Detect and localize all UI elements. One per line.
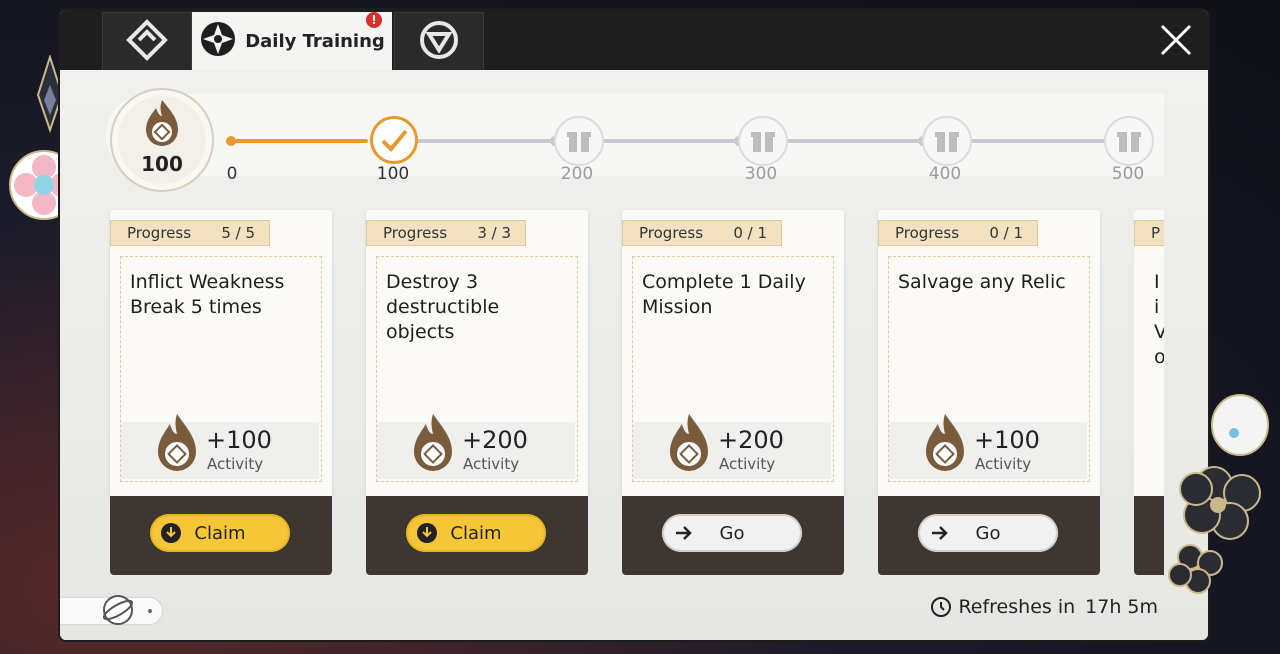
clock-icon: [931, 597, 952, 617]
gift-icon: [567, 132, 591, 152]
milestone-start: [226, 136, 236, 146]
tab-daily-training[interactable]: Daily Training !: [192, 12, 392, 70]
claim-button[interactable]: Claim: [406, 514, 546, 552]
side-widget[interactable]: [60, 595, 162, 625]
progress-tag: Progress 0 / 1: [878, 220, 1038, 246]
tab-label: Daily Training: [245, 30, 385, 52]
gift-icon: [935, 132, 959, 152]
progress-count: 0 / 1: [733, 224, 767, 242]
progress-label: Progress: [895, 224, 960, 242]
reward-value: +100: [974, 426, 1040, 454]
gift-icon: [751, 132, 775, 152]
task-paper: Progress 0 / 1 Salvage any Relic +100 Act…: [878, 210, 1100, 496]
milestone-label: 100: [376, 164, 410, 184]
button-label: Go: [719, 522, 745, 544]
close-button[interactable]: [1156, 20, 1196, 60]
task-paper: Progress 5 / 5 Inflict Weakness Break 5 t…: [110, 210, 332, 496]
task-card: Progress 3 / 3 Destroy 3 destructible obj…: [366, 210, 588, 575]
milestone-label: 200: [560, 164, 594, 184]
reward-value: +100: [206, 426, 272, 454]
alert-badge: !: [366, 12, 382, 28]
task-paper: Progress 0 / 1 Complete 1 Daily Mission +…: [622, 210, 844, 496]
milestone-400-chest[interactable]: [922, 116, 972, 166]
daily-training-window: Daily Training ! 100 0 100 200 300 400 5…: [60, 10, 1208, 640]
button-label: Go: [975, 522, 1001, 544]
compass-icon: [199, 20, 237, 63]
milestone-300-chest[interactable]: [738, 116, 788, 166]
gift-icon: [1117, 132, 1141, 152]
button-label: Claim: [194, 522, 246, 544]
milestone-label: 500: [1111, 164, 1145, 184]
task-card: Progress 0 / 1 Salvage any Relic +100 Act…: [878, 210, 1100, 575]
milestone-label: 300: [744, 164, 778, 184]
progress-label: Progress: [639, 224, 704, 242]
close-icon: [1160, 24, 1192, 56]
milestone-500-chest[interactable]: [1104, 116, 1154, 166]
card-base: Claim: [110, 496, 332, 575]
task-card: Progress 0 / 1 Complete 1 Daily Mission +…: [622, 210, 844, 575]
progress-label: P: [1151, 224, 1161, 242]
fragments-icon: [125, 18, 169, 66]
planet-icon: [102, 595, 134, 625]
refresh-timer: Refreshes in 17h 5m: [930, 596, 1158, 618]
go-button[interactable]: Go: [662, 514, 802, 552]
reward-label: Activity: [975, 455, 1032, 473]
reward-value: +200: [462, 426, 528, 454]
progress-tag: Progress 0 / 1: [622, 220, 782, 246]
flame-coin-icon: [670, 414, 708, 471]
flame-coin-icon: [926, 414, 964, 471]
tab-shield[interactable]: [394, 12, 484, 71]
button-label: Claim: [450, 522, 502, 544]
task-card: Progress 5 / 5 Inflict Weakness Break 5 t…: [110, 210, 332, 575]
reward-label: Activity: [719, 455, 776, 473]
progress-label: Progress: [383, 224, 448, 242]
checkmark-icon: [381, 129, 408, 152]
milestone-200-chest[interactable]: [554, 116, 604, 166]
refresh-time: 17h 5m: [1085, 596, 1158, 618]
progress-count: 0 / 1: [989, 224, 1023, 242]
card-base: Go: [878, 496, 1100, 575]
tab-fragments[interactable]: [102, 12, 192, 71]
progress-count: 3 / 3: [477, 224, 511, 242]
milestone-label: 400: [928, 164, 962, 184]
task-paper: Progress 3 / 3 Destroy 3 destructible obj…: [366, 210, 588, 496]
task-title: Inflict Weakness Break 5 times: [130, 271, 285, 318]
flame-coin-icon: [414, 414, 452, 471]
task-title: Destroy 3 destructible objects: [386, 271, 500, 343]
activity-medal: 100: [110, 88, 214, 192]
card-base: Go: [622, 496, 844, 575]
milestone-label: 0: [226, 164, 238, 184]
progress-label: Progress: [127, 224, 192, 242]
reward-label: Activity: [463, 455, 520, 473]
task-title: Complete 1 Daily Mission: [642, 271, 806, 318]
training-panel: 100 0 100 200 300 400 500 Progress 5 / 5…: [60, 70, 1208, 640]
decorative-flowers: [1160, 385, 1280, 609]
flame-coin-icon: [146, 100, 178, 146]
go-button[interactable]: Go: [918, 514, 1058, 552]
claim-button[interactable]: Claim: [150, 514, 290, 552]
task-title: Salvage any Relic: [898, 271, 1066, 293]
progress-bar-filled: [230, 139, 368, 143]
milestone-100-claimed[interactable]: [370, 116, 418, 164]
refresh-label: Refreshes in: [958, 596, 1076, 618]
card-base: Claim: [366, 496, 588, 575]
shield-icon: [418, 19, 460, 65]
dot-indicator: [148, 609, 152, 613]
tab-bar: Daily Training !: [60, 10, 1208, 71]
task-title: I i V o: [1154, 271, 1164, 368]
activity-track: [106, 94, 1164, 176]
progress-count: 5 / 5: [221, 224, 255, 242]
flame-coin-icon: [158, 414, 196, 471]
progress-tag: P: [1134, 220, 1164, 246]
progress-tag: Progress 3 / 3: [366, 220, 526, 246]
progress-tag: Progress 5 / 5: [110, 220, 270, 246]
reward-value: +200: [718, 426, 784, 454]
activity-value: 100: [141, 152, 183, 176]
reward-label: Activity: [207, 455, 264, 473]
